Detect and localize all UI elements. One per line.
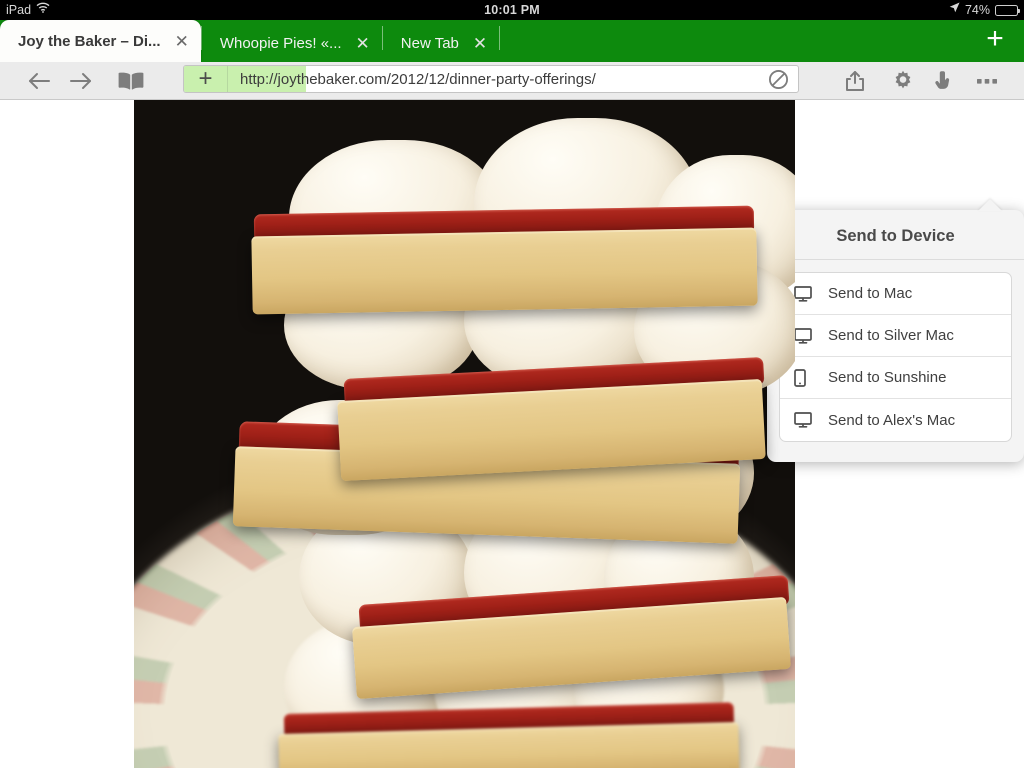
tab-title: New Tab (400, 34, 459, 52)
tab-title: Joy the Baker – Di... (18, 32, 161, 50)
battery-percent-label: 74% (964, 3, 990, 17)
device-row-alexs-mac[interactable]: Send to Alex's Mac (780, 399, 1011, 441)
tab-whoopie-pies[interactable]: Whoopie Pies! «... ✕ (202, 24, 382, 62)
monitor-icon (794, 327, 824, 344)
share-icon[interactable] (834, 62, 876, 100)
battery-icon (995, 4, 1021, 16)
tab-joy-the-baker[interactable]: Joy the Baker – Di... ✕ (0, 20, 201, 62)
status-bar-right: 74% (949, 0, 1021, 20)
tab-close-button[interactable]: ✕ (473, 35, 487, 52)
stop-loading-icon[interactable] (758, 66, 798, 92)
device-label: Send to Sunshine (828, 369, 947, 386)
tab-strip: Joy the Baker – Di... ✕ Whoopie Pies! «.… (0, 20, 1024, 62)
tab-close-button[interactable]: ✕ (356, 35, 370, 52)
status-bar-clock: 10:01 PM (484, 3, 540, 17)
device-row-silver-mac[interactable]: Send to Silver Mac (780, 315, 1011, 357)
recipe-photo (134, 100, 795, 768)
tab-title: Whoopie Pies! «... (219, 34, 342, 52)
more-dots-icon[interactable] (966, 62, 1008, 100)
send-to-device-popover[interactable]: Send to Device Send to Mac Send to Silve… (767, 199, 1024, 462)
tab-separator (499, 26, 501, 50)
back-arrow-icon[interactable] (18, 62, 60, 100)
tab-new-tab[interactable]: New Tab ✕ (383, 24, 499, 62)
monitor-icon (794, 412, 824, 428)
status-bar: iPad 10:01 PM 74% (0, 0, 1024, 20)
phone-icon (794, 368, 824, 387)
gear-icon[interactable] (882, 62, 924, 100)
tab-close-button[interactable]: ✕ (175, 33, 189, 50)
monitor-icon (794, 285, 824, 302)
device-list: Send to Mac Send to Silver Mac Send to S… (779, 272, 1012, 442)
device-label: Send to Mac (828, 285, 913, 302)
device-row-sunshine[interactable]: Send to Sunshine (780, 357, 1011, 399)
device-label: Send to Silver Mac (828, 327, 954, 344)
device-label: Send to Alex's Mac (828, 411, 956, 429)
new-tab-button[interactable]: + (980, 24, 1010, 55)
location-arrow-icon (949, 0, 960, 20)
ipad-browser-screen: iPad 10:01 PM 74% Joy the Baker – Di... … (0, 0, 1024, 768)
device-row-mac[interactable]: Send to Mac (780, 273, 1011, 315)
popover-arrow (978, 199, 1002, 211)
forward-arrow-icon[interactable] (60, 62, 102, 100)
popover-title: Send to Device (767, 210, 1024, 260)
book-icon[interactable] (110, 62, 152, 100)
add-bookmark-button[interactable]: + (184, 66, 228, 92)
pointing-hand-icon[interactable] (924, 62, 966, 100)
web-page-content[interactable]: Send to Device Send to Mac Send to Silve… (0, 100, 1024, 768)
url-input[interactable]: http://joythebaker.com/2012/12/dinner-pa… (228, 71, 758, 88)
url-field[interactable]: + http://joythebaker.com/2012/12/dinner-… (183, 65, 799, 93)
